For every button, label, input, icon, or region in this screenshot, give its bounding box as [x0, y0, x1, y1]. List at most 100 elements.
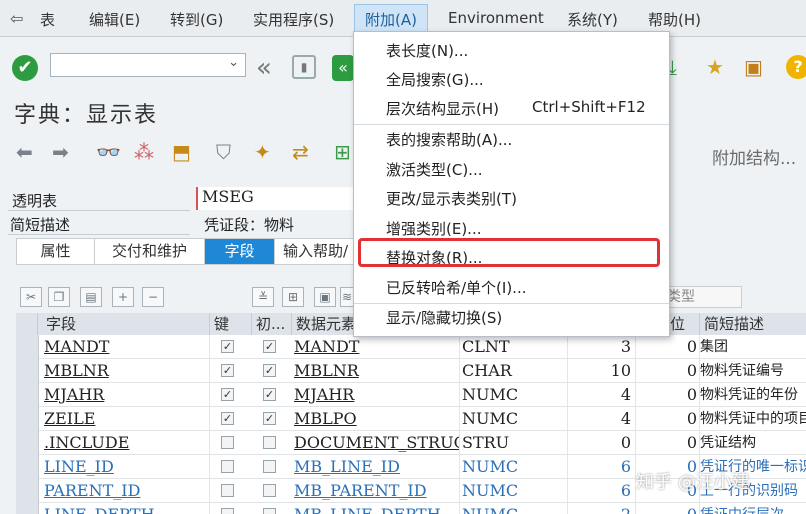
- table-row[interactable]: MBLNR ✓ ✓ MBLNR CHAR 10 0 物料凭证编号: [16, 359, 806, 383]
- where-used-icon[interactable]: ⛉: [216, 140, 231, 164]
- help-icon[interactable]: ?: [786, 55, 806, 79]
- paste-icon[interactable]: ▤: [80, 287, 102, 307]
- field-name[interactable]: .INCLUDE: [38, 431, 210, 455]
- chevron-down-icon[interactable]: ⌄: [228, 55, 239, 70]
- key-checkbox[interactable]: ✓: [221, 340, 234, 353]
- menu-system[interactable]: 系统(Y): [567, 9, 618, 30]
- menu-environment[interactable]: Environment: [448, 9, 544, 27]
- new-entries-icon[interactable]: ⊞: [282, 287, 304, 307]
- back-double-icon[interactable]: «: [256, 53, 272, 83]
- type-search-field[interactable]: 类型: [660, 286, 742, 308]
- initial-checkbox[interactable]: [263, 508, 276, 514]
- enter-check-icon[interactable]: ✔: [12, 55, 38, 81]
- collapse-icon[interactable]: ≚: [252, 287, 274, 307]
- initial-checkbox[interactable]: ✓: [263, 412, 276, 425]
- magic-wand-icon[interactable]: ✦: [254, 140, 271, 164]
- table-row[interactable]: MANDT ✓ ✓ MANDT CLNT 3 0 集团: [16, 335, 806, 359]
- menu-help[interactable]: 帮助(H): [648, 9, 701, 30]
- column-header-key[interactable]: 键: [210, 313, 252, 335]
- transparent-table-field[interactable]: MSEG: [196, 187, 362, 210]
- row-selector[interactable]: [16, 359, 39, 383]
- glasses-icon[interactable]: 👓: [96, 140, 121, 164]
- more-icon[interactable]: ≋: [340, 287, 354, 307]
- key-checkbox[interactable]: [221, 460, 234, 473]
- key-checkbox[interactable]: [221, 484, 234, 497]
- row-selector[interactable]: [16, 407, 39, 431]
- menu-goto[interactable]: 转到(G): [170, 9, 223, 30]
- append-structure-button[interactable]: 附加结构...: [712, 144, 796, 169]
- data-element[interactable]: MBLNR: [292, 359, 460, 383]
- menu-item-reversed-hash[interactable]: 已反转哈希/单个(I)...: [386, 277, 527, 298]
- new-session-icon[interactable]: ▣: [744, 55, 763, 79]
- delete-row-icon[interactable]: −: [142, 287, 164, 307]
- data-element[interactable]: MJAHR: [292, 383, 460, 407]
- data-element[interactable]: MBLPO: [292, 407, 460, 431]
- field-name[interactable]: PARENT_ID: [38, 479, 210, 503]
- menu-item-toggle-display[interactable]: 显示/隐藏切换(S): [386, 307, 502, 328]
- column-header-initial[interactable]: 初...: [252, 313, 292, 335]
- navigate-icon[interactable]: ⇄: [292, 140, 309, 164]
- data-element[interactable]: MB_LINE_DEPTH: [292, 503, 460, 514]
- field-name[interactable]: MANDT: [38, 335, 210, 359]
- menu-item-enhancement-category[interactable]: 增强类别(E)...: [386, 218, 482, 239]
- table-row[interactable]: MJAHR ✓ ✓ MJAHR NUMC 4 0 物料凭证的年份: [16, 383, 806, 407]
- column-header-field[interactable]: 字段: [38, 313, 210, 335]
- back-arrow-icon[interactable]: ⬅: [16, 140, 33, 164]
- menu-utilities[interactable]: 实用程序(S): [253, 9, 334, 30]
- data-element[interactable]: MB_LINE_ID: [292, 455, 460, 479]
- menu-item-table-width[interactable]: 表长度(N)...: [386, 40, 468, 61]
- menu-item-search-help[interactable]: 表的搜索帮助(A)...: [386, 129, 512, 150]
- insert-row-icon[interactable]: +: [112, 287, 134, 307]
- key-checkbox[interactable]: ✓: [221, 412, 234, 425]
- field-name[interactable]: MBLNR: [38, 359, 210, 383]
- sap-menu-icon[interactable]: ⇦: [10, 9, 23, 28]
- data-element[interactable]: MB_PARENT_ID: [292, 479, 460, 503]
- row-selector[interactable]: [16, 431, 39, 455]
- initial-checkbox[interactable]: ✓: [263, 340, 276, 353]
- field-name[interactable]: LINE_ID: [38, 455, 210, 479]
- initial-checkbox[interactable]: ✓: [263, 364, 276, 377]
- row-selector[interactable]: [16, 503, 39, 514]
- initial-checkbox[interactable]: [263, 484, 276, 497]
- menu-item-hierarchy-display[interactable]: 层次结构显示(H): [386, 98, 499, 119]
- field-name[interactable]: ZEILE: [38, 407, 210, 431]
- menu-extras[interactable]: 附加(A): [354, 4, 428, 34]
- favorites-icon[interactable]: ★: [706, 55, 724, 79]
- details-icon[interactable]: ▣: [314, 287, 336, 307]
- activate-icon[interactable]: ⬒: [172, 140, 191, 164]
- row-selector[interactable]: [16, 479, 39, 503]
- menu-edit[interactable]: 编辑(E): [89, 9, 140, 30]
- forward-arrow-icon[interactable]: ➡: [52, 140, 69, 164]
- save-icon[interactable]: ▮: [292, 55, 316, 79]
- menu-item-global-search[interactable]: 全局搜索(G)...: [386, 69, 484, 90]
- display-change-icon[interactable]: ⁂: [134, 140, 154, 164]
- tab-input-help[interactable]: 输入帮助/: [275, 239, 363, 264]
- key-checkbox[interactable]: ✓: [221, 364, 234, 377]
- table-row[interactable]: .INCLUDEDOCUMENT_STRUCTUSTRU00凭证结构: [16, 431, 806, 455]
- initial-checkbox[interactable]: [263, 460, 276, 473]
- key-checkbox[interactable]: [221, 508, 234, 514]
- tab-attributes[interactable]: 属性: [17, 239, 95, 264]
- menu-table[interactable]: 表: [40, 9, 55, 30]
- data-element[interactable]: MANDT: [292, 335, 460, 359]
- field-name[interactable]: MJAHR: [38, 383, 210, 407]
- back-icon[interactable]: «: [332, 55, 354, 81]
- copy-icon[interactable]: ❐: [48, 287, 70, 307]
- row-selector[interactable]: [16, 335, 39, 359]
- key-checkbox[interactable]: ✓: [221, 388, 234, 401]
- key-checkbox[interactable]: [221, 436, 234, 449]
- hierarchy-icon[interactable]: ⊞: [334, 140, 351, 164]
- menu-item-table-category[interactable]: 更改/显示表类别(T): [386, 188, 517, 209]
- cut-icon[interactable]: ✂: [20, 287, 42, 307]
- table-row[interactable]: LINE_DEPTH MB_LINE_DEPTHNUMC20凭证中行层次: [16, 503, 806, 514]
- row-selector[interactable]: [16, 455, 39, 479]
- field-name[interactable]: LINE_DEPTH: [38, 503, 210, 514]
- menu-item-activation-type[interactable]: 激活类型(C)...: [386, 159, 482, 180]
- command-field[interactable]: ⌄: [50, 53, 246, 77]
- initial-checkbox[interactable]: [263, 436, 276, 449]
- tab-delivery-maintenance[interactable]: 交付和维护: [95, 239, 205, 264]
- column-header-short-desc[interactable]: 简短描述: [700, 313, 806, 335]
- data-element[interactable]: DOCUMENT_STRUCTU: [292, 431, 460, 455]
- table-row[interactable]: ZEILE ✓ ✓ MBLPO NUMC 4 0 物料凭证中的项目: [16, 407, 806, 431]
- initial-checkbox[interactable]: ✓: [263, 388, 276, 401]
